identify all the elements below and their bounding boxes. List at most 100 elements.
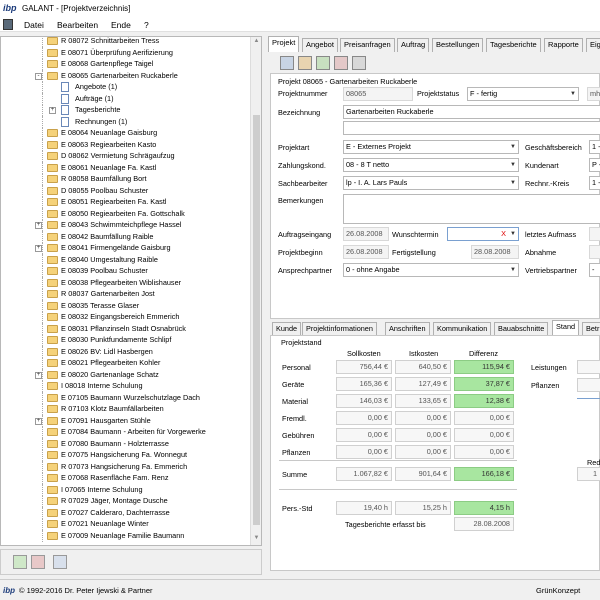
tree-item[interactable]: R 07073 Hangsicherung Fa. Emmerich [1,460,251,473]
subtab-projektinformationen[interactable]: Projektinformationen [302,322,377,335]
subtab-kunde[interactable]: Kunde [272,322,302,335]
tree-item[interactable]: + E 08020 Gartenanlage Schatz [1,368,251,381]
tree-item[interactable]: E 08061 Neuanlage Fa. Kastl [1,161,251,174]
tree-item[interactable]: E 08050 Regiearbeiten Fa. Gottschalk [1,207,251,220]
expand-icon[interactable]: + [35,222,42,229]
geschaeftsbereich-select[interactable]: 1 - [589,140,600,154]
tree-item[interactable]: R 08072 Schnittarbeiten Tress [1,37,251,47]
tree-item[interactable]: I 08018 Interne Schulung [1,380,251,392]
tree-item[interactable]: E 08035 Terasse Glaser [1,299,251,312]
projektnummer-field[interactable]: 08065 [343,87,413,101]
ansprechpartner-select[interactable]: 0 - ohne Angabe ▼ [343,263,519,277]
menu-help[interactable]: ? [144,20,149,30]
view-icon[interactable] [53,555,67,569]
expand-icon[interactable]: + [35,245,42,252]
copy-icon[interactable] [298,56,312,70]
projektart-select[interactable]: E - Externes Projekt ▼ [343,140,519,154]
abnahme-field[interactable] [589,245,600,259]
tree-item[interactable]: E 08030 Punktfundamente Schlipf [1,334,251,346]
subtab-kommunikation[interactable]: Kommunikation [433,322,492,335]
tree-item[interactable]: E 08071 Überprüfung Aerifizierung [1,46,251,59]
tree-item[interactable]: E 08042 Baumfällung Raible [1,230,251,243]
tree-item[interactable]: E 07084 Baumann - Arbeiten für Vorgewerk… [1,426,251,438]
tab-more[interactable]: Eig [586,38,600,52]
tree-item[interactable]: E 07021 Neuanlage Winter [1,518,251,530]
subtab-bauabschnitte[interactable]: Bauabschnitte [494,322,549,335]
app-menu-icon[interactable] [3,19,13,30]
bezeichnung-field-2[interactable] [343,121,600,135]
menu-datei[interactable]: Datei [24,20,44,30]
tab-preisanfragen[interactable]: Preisanfragen [340,38,395,52]
expand-icon[interactable]: + [49,107,56,114]
tree-item[interactable]: D 08062 Vermietung Schrägaufzug [1,150,251,162]
menu-ende[interactable]: Ende [111,20,131,30]
sachbearbeiter-select[interactable]: lp - I. A. Lars Pauls ▼ [343,176,519,190]
tree-item[interactable]: E 08040 Umgestaltung Raible [1,253,251,266]
tree-item[interactable]: E 07105 Baumann Wurzelschutzlage Dach [1,391,251,404]
tree-item[interactable]: R 08037 Gartenarbeiten Jost [1,288,251,300]
tree-item[interactable]: R 07103 Klotz Baumfällarbeiten [1,403,251,415]
export-icon[interactable] [334,56,348,70]
subtab-stand[interactable]: Stand [552,320,580,335]
bezeichnung-field[interactable]: Gartenarbeiten Ruckaberle [343,105,600,119]
tab-rapporte[interactable]: Rapporte [544,38,583,52]
tree-item[interactable]: + E 07091 Hausgarten Stühle [1,414,251,427]
tab-tagesberichte[interactable]: Tagesberichte [486,38,541,52]
print-icon[interactable] [316,56,330,70]
tree-item[interactable]: E 08032 Eingangsbereich Emmerich [1,311,251,323]
expand-icon[interactable]: + [35,417,42,425]
edit-icon[interactable] [280,56,294,70]
tree-item[interactable]: E 08051 Regiearbeiten Fa. Kastl [1,196,251,208]
tab-bestellungen[interactable]: Bestellungen [432,38,484,52]
tree-item[interactable]: - E 08065 Gartenarbeiten Ruckaberle [1,69,251,82]
tree-item[interactable]: E 08026 BV: Lidl Hasbergen [1,345,251,358]
tree-subitem[interactable]: Aufträge (1) [1,92,251,105]
letztes-aufmass-field[interactable] [589,227,600,241]
tab-angebot[interactable]: Angebot [302,38,338,52]
tree-item[interactable]: D 08055 Poolbau Schuster [1,184,251,197]
mh-field[interactable]: mh [587,87,600,101]
tab-auftrag[interactable]: Auftrag [397,38,430,52]
projektstatus-select[interactable]: F - fertig ▼ [467,87,579,101]
tree-item[interactable]: R 08058 Baumfällung Bort [1,173,251,185]
scroll-down-icon[interactable]: ▼ [253,535,260,541]
delete-project-icon[interactable] [31,555,45,569]
kundenart-select[interactable]: P - [589,158,600,172]
tree-item[interactable]: E 07068 Rasenfläche Fam. Renz [1,472,251,484]
tree-item[interactable]: I 07065 Interne Schulung [1,483,251,496]
tree-item[interactable]: E 08021 Pflegearbeiten Kohler [1,357,251,369]
fertigstellung-field[interactable]: 28.08.2008 [471,245,519,259]
tree-item[interactable]: E 08068 Gartenpflege Taigel [1,58,251,70]
tree-item[interactable]: R 07029 Jäger, Montage Dusche [1,495,251,507]
rechnkreis-select[interactable]: 1 - [589,176,600,190]
tree-subitem[interactable]: Rechnungen (1) [1,115,251,128]
subtab-betr[interactable]: Betr [582,322,600,335]
tree-item[interactable]: E 07080 Baumann - Holzterrasse [1,437,251,450]
scroll-up-icon[interactable]: ▲ [253,38,260,44]
tree-item[interactable]: E 08039 Poolbau Schuster [1,265,251,277]
wunschtermin-field[interactable]: X ▼ [447,227,519,241]
tree-item[interactable]: + E 08041 Firmengelände Gaisburg [1,242,251,254]
tree-item[interactable]: E 08064 Neuanlage Gaisburg [1,127,251,139]
tree-item[interactable]: E 08031 Pflanzinseln Stadt Osnabrück [1,322,251,335]
scroll-thumb[interactable] [253,115,260,525]
tree-subitem[interactable]: Angebote (1) [1,81,251,93]
menu-bearbeiten[interactable]: Bearbeiten [57,20,98,30]
bemerkungen-field[interactable] [343,194,600,224]
tree-scrollbar[interactable]: ▲ ▼ [250,37,261,545]
project-tree[interactable]: R 08072 Schnittarbeiten Tress E 08071 Übe… [0,36,262,546]
tree-item[interactable]: E 08063 Regiearbeiten Kasto [1,138,251,151]
tree-item[interactable]: E 07009 Neuanlage Familie Baumann [1,529,251,542]
zahlungskond-select[interactable]: 08 - 8 T netto ▼ [343,158,519,172]
auftragseingang-field[interactable]: 26.08.2008 [343,227,389,241]
tree-subitem[interactable]: + Tagesberichte [1,104,251,116]
new-project-icon[interactable] [13,555,27,569]
tree-item[interactable]: E 08038 Pflegearbeiten Wiblishauser [1,276,251,289]
document-icon[interactable] [352,56,366,70]
vertriebspartner-select[interactable]: - [589,263,600,277]
tree-item[interactable]: + E 08043 Schwimmteichpflege Hassel [1,219,251,231]
tab-projekt[interactable]: Projekt [268,36,300,52]
subtab-anschriften[interactable]: Anschriften [385,322,430,335]
projektbeginn-field[interactable]: 26.08.2008 [343,245,389,259]
tree-item[interactable]: E 07075 Hangsicherung Fa. Wonnegut [1,449,251,461]
